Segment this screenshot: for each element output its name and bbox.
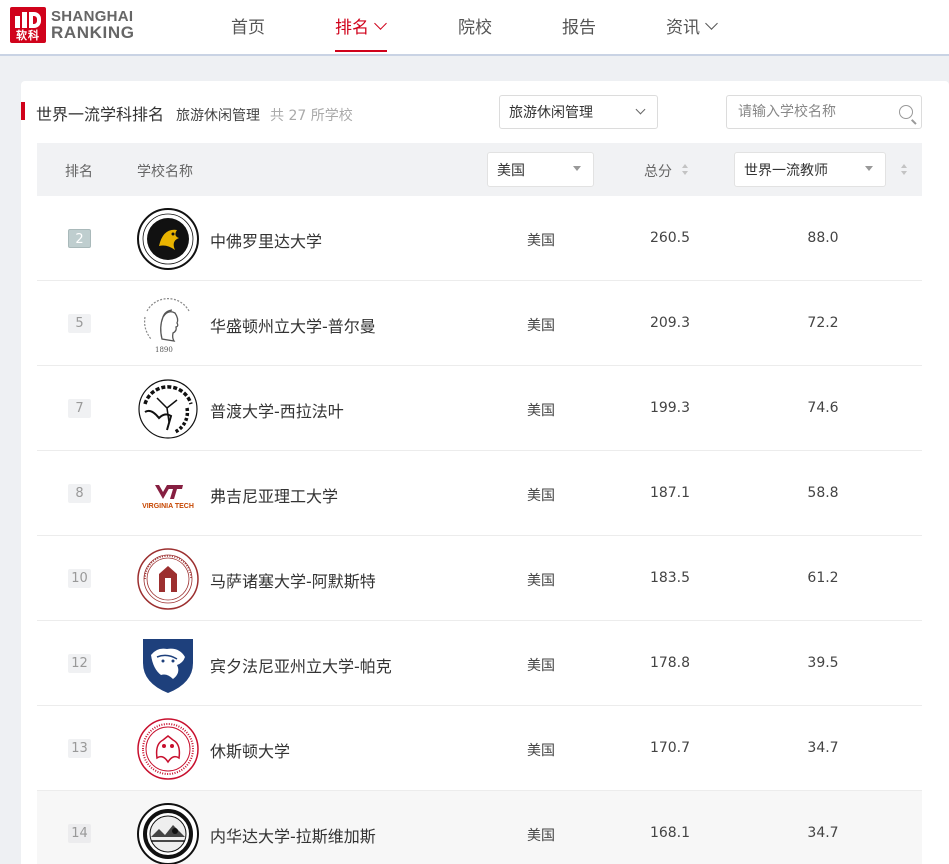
- school-total-score: 187.1: [649, 485, 691, 501]
- school-search-input[interactable]: [738, 96, 888, 128]
- nav-universities[interactable]: 院校: [458, 13, 492, 38]
- table-row[interactable]: 2 中佛罗里达大学 美国 260.5 88.0: [37, 196, 922, 281]
- school-name-link[interactable]: 华盛顿州立大学-普尔曼: [210, 313, 376, 337]
- school-total-score: 168.1: [649, 825, 691, 841]
- school-name-link[interactable]: 内华达大学-拉斯维加斯: [210, 823, 376, 847]
- school-name-link[interactable]: 休斯顿大学: [210, 738, 290, 762]
- active-nav-underline: [335, 50, 387, 52]
- school-region: 美国: [527, 658, 555, 674]
- table-row[interactable]: 12 宾夕法尼亚州立大学-帕克 美国 178.8 39.5: [37, 621, 922, 706]
- school-region: 美国: [527, 828, 555, 844]
- school-name-link[interactable]: 中佛罗里达大学: [210, 228, 322, 252]
- header-total-score[interactable]: 总分: [644, 161, 672, 181]
- school-indicator-score: 34.7: [807, 740, 839, 756]
- header-school-name: 学校名称: [137, 164, 193, 180]
- caret-down-icon: [865, 166, 873, 171]
- school-region: 美国: [527, 573, 555, 589]
- page-title: 世界一流学科排名: [36, 105, 165, 124]
- caret-down-icon: [573, 166, 581, 171]
- uh-seal-icon[interactable]: [137, 718, 199, 780]
- school-name-link[interactable]: 马萨诸塞大学-阿默斯特: [210, 568, 376, 592]
- logo-mark-icon: 软科: [10, 7, 46, 43]
- school-indicator-score: 74.6: [807, 400, 839, 416]
- search-icon[interactable]: [899, 105, 913, 119]
- logo-wordmark: SHANGHAI RANKING: [51, 9, 135, 42]
- table-row[interactable]: 14 内华达大学-拉斯维加斯 美国 168.1 34.7: [37, 791, 922, 864]
- logo-line-2: RANKING: [51, 23, 135, 42]
- nav-reports[interactable]: 报告: [562, 13, 596, 38]
- virginia-tech-logo-icon[interactable]: VIRGINIA TECH: [137, 463, 199, 525]
- penn-state-shield-icon[interactable]: [137, 633, 199, 695]
- chevron-down-icon: [374, 16, 387, 30]
- subject-name: 旅游休闲管理: [176, 108, 261, 124]
- umass-seal-icon[interactable]: [137, 548, 199, 610]
- subject-select[interactable]: 旅游休闲管理: [499, 95, 658, 129]
- school-total-score: 170.7: [649, 740, 691, 756]
- rank-badge: 14: [68, 824, 91, 843]
- indicator-select[interactable]: 世界一流教师: [734, 152, 886, 187]
- virginia-tech-wordmark: VIRGINIA TECH: [142, 503, 194, 510]
- school-region: 美国: [527, 403, 555, 419]
- wsu-seal-icon[interactable]: 1890: [137, 293, 199, 355]
- region-select[interactable]: 美国: [487, 152, 594, 187]
- school-indicator-score: 39.5: [807, 655, 839, 671]
- school-count: 共 27 所学校: [270, 108, 353, 124]
- table-row[interactable]: 5 1890 华盛顿州立大学-普尔曼 美国 209.3 72.2: [37, 281, 922, 366]
- school-region: 美国: [527, 318, 555, 334]
- school-region: 美国: [527, 743, 555, 759]
- logo-cn-text: 软科: [16, 29, 40, 42]
- school-total-score: 183.5: [649, 570, 691, 586]
- chevron-down-icon: [635, 104, 646, 115]
- school-total-score: 199.3: [649, 400, 691, 416]
- header-rank: 排名: [65, 164, 93, 180]
- nav-news[interactable]: 资讯: [666, 13, 718, 38]
- ranking-card: 世界一流学科排名 旅游休闲管理 共 27 所学校 旅游休闲管理 排名 学校名称 …: [21, 81, 949, 864]
- rank-badge: 2: [68, 229, 91, 248]
- school-region: 美国: [527, 233, 555, 249]
- rank-badge: 12: [68, 654, 91, 673]
- rank-badge: 10: [68, 569, 91, 588]
- school-total-score: 260.5: [649, 230, 691, 246]
- school-search-box[interactable]: [726, 95, 922, 129]
- school-total-score: 178.8: [649, 655, 691, 671]
- indicator-select-value: 世界一流教师: [744, 162, 828, 179]
- ranking-title-row: 世界一流学科排名 旅游休闲管理 共 27 所学校: [36, 101, 353, 125]
- ucf-seal-icon[interactable]: [137, 208, 199, 270]
- school-name-link[interactable]: 宾夕法尼亚州立大学-帕克: [210, 653, 392, 677]
- title-accent-bar: [21, 102, 25, 120]
- school-indicator-score: 72.2: [807, 315, 839, 331]
- region-select-value: 美国: [497, 162, 525, 179]
- rank-badge: 8: [68, 484, 91, 503]
- shanghai-ranking-logo[interactable]: 软科 SHANGHAI RANKING: [10, 7, 135, 43]
- school-total-score: 209.3: [649, 315, 691, 331]
- table-row[interactable]: 13 休斯顿大学 美国 170.7 34.7: [37, 706, 922, 791]
- nav-rankings[interactable]: 排名: [335, 13, 387, 38]
- sort-indicator-icon[interactable]: [901, 163, 909, 177]
- table-header: 排名 学校名称 美国 总分 世界一流教师: [37, 143, 922, 196]
- school-name-link[interactable]: 弗吉尼亚理工大学: [210, 483, 338, 507]
- school-indicator-score: 58.8: [807, 485, 839, 501]
- rank-badge: 7: [68, 399, 91, 418]
- table-row[interactable]: 7 普渡大学-西拉法叶 美国 199.3 74.6: [37, 366, 922, 451]
- purdue-seal-icon[interactable]: [137, 378, 199, 440]
- table-row[interactable]: 10 马萨诸塞大学-阿默斯特 美国 183.5 61.2: [37, 536, 922, 621]
- school-indicator-score: 88.0: [807, 230, 839, 246]
- rank-badge: 13: [68, 739, 91, 758]
- wsu-seal-year: 1890: [155, 346, 173, 354]
- top-navigation-bar: 软科 SHANGHAI RANKING 首页 排名 院校 报告 资讯: [0, 0, 949, 56]
- chevron-down-icon: [705, 16, 718, 30]
- school-name-link[interactable]: 普渡大学-西拉法叶: [210, 398, 344, 422]
- school-indicator-score: 34.7: [807, 825, 839, 841]
- sort-score-icon[interactable]: [682, 163, 690, 177]
- nav-home[interactable]: 首页: [231, 13, 265, 38]
- unlv-seal-icon[interactable]: [137, 803, 199, 864]
- rank-badge: 5: [68, 314, 91, 333]
- subject-select-value: 旅游休闲管理: [509, 105, 593, 121]
- table-row[interactable]: 8 VIRGINIA TECH 弗吉尼亚理工大学 美国 187.1 58.8: [37, 451, 922, 536]
- school-region: 美国: [527, 488, 555, 504]
- school-indicator-score: 61.2: [807, 570, 839, 586]
